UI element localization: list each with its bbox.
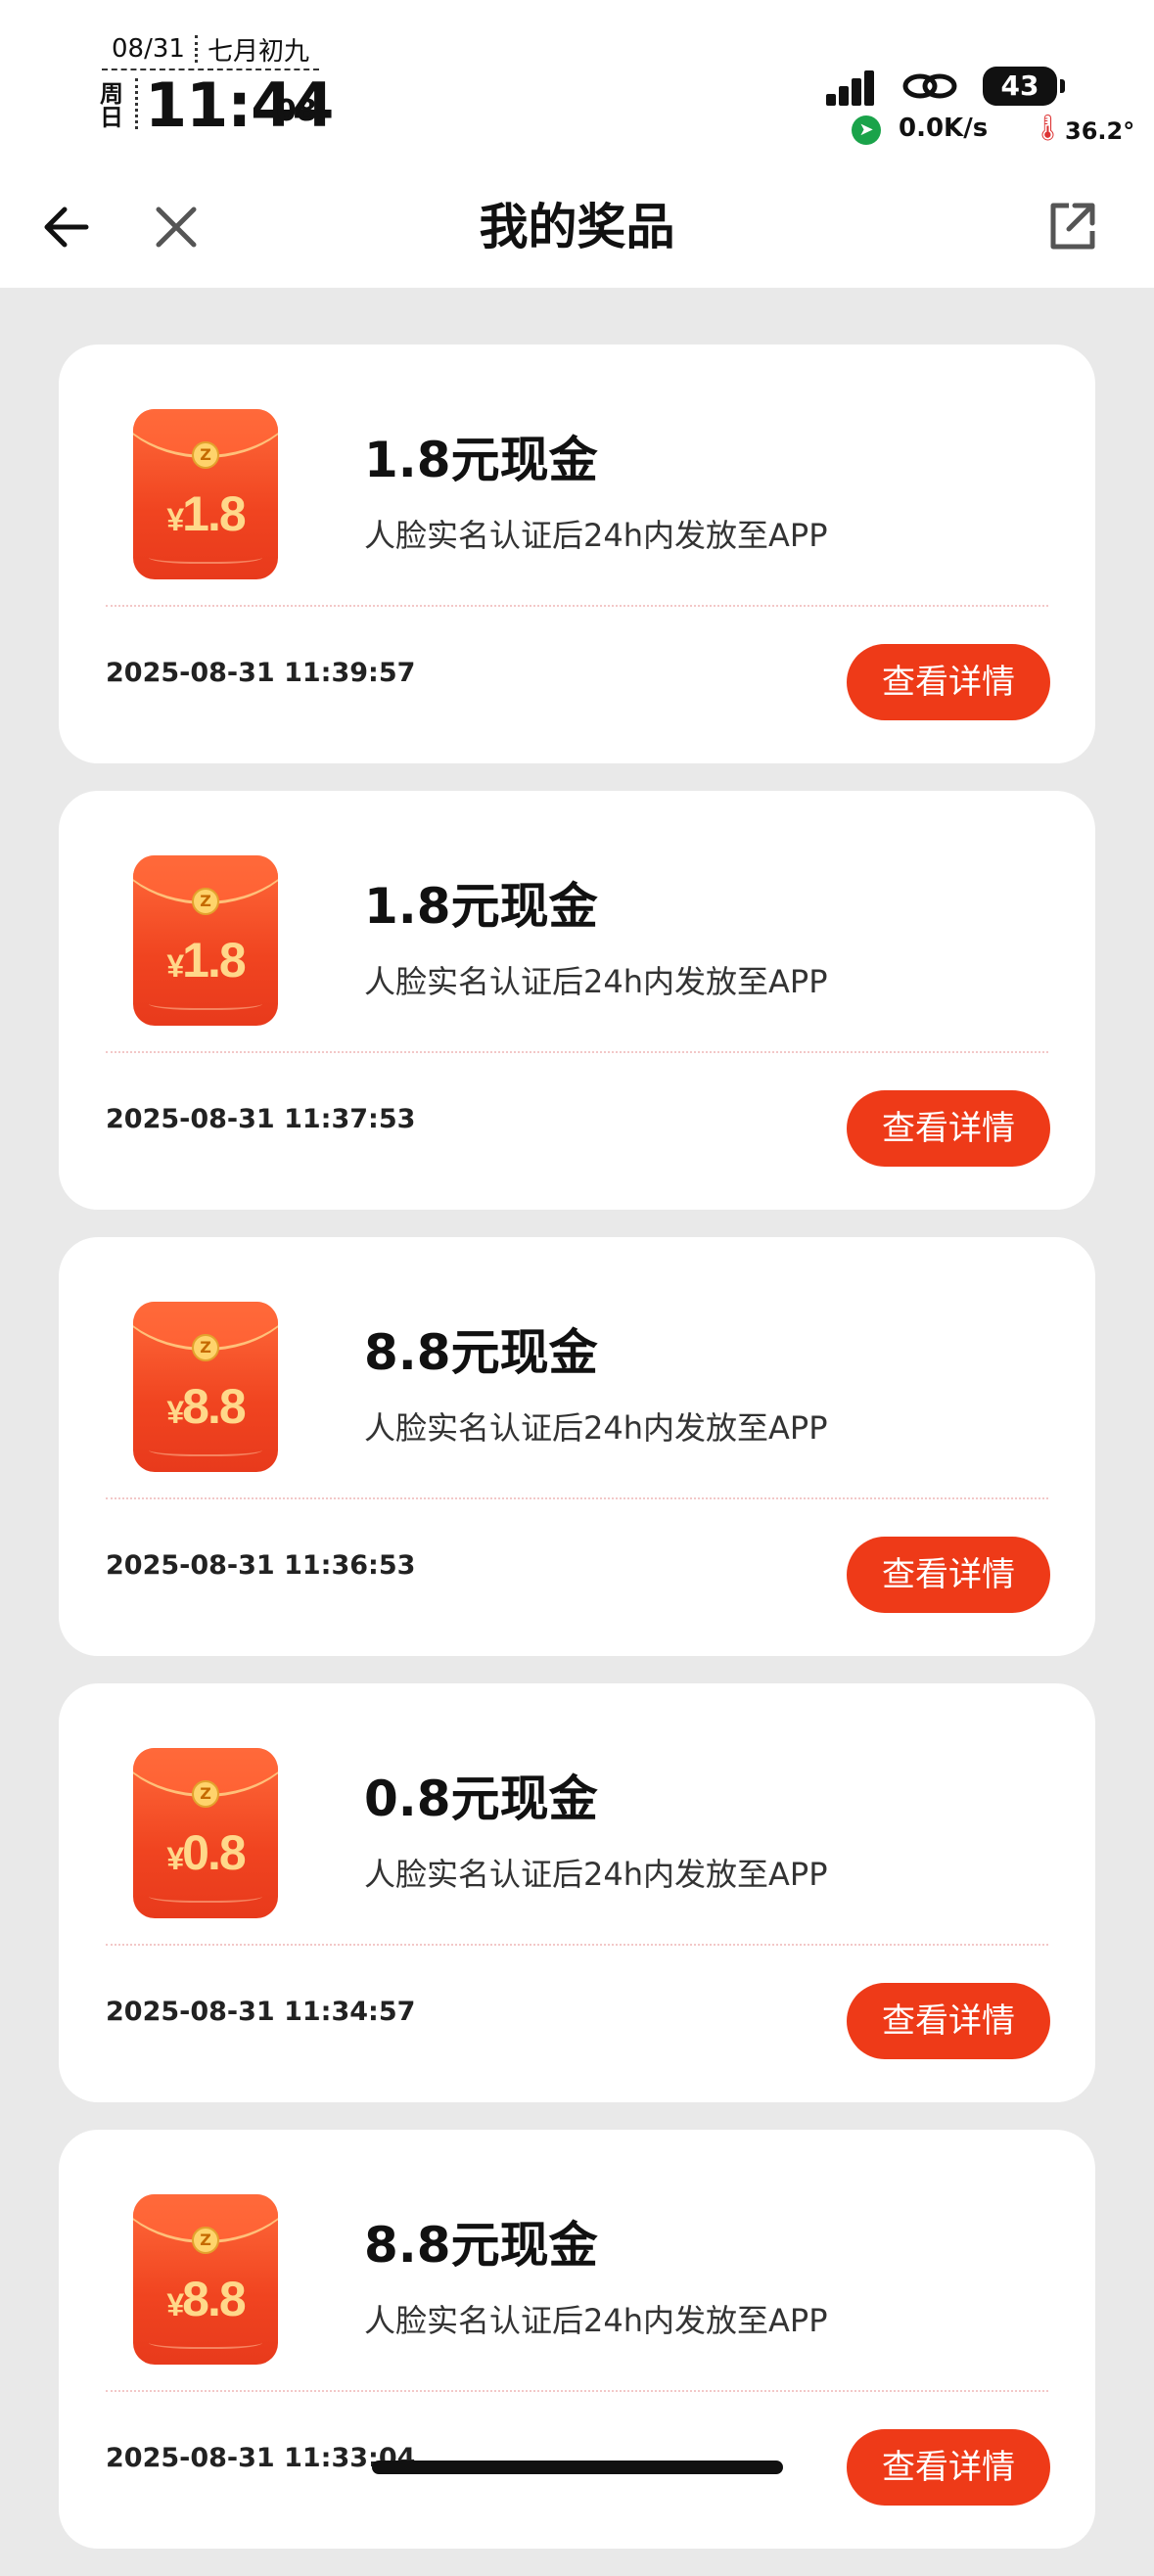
prize-timestamp: 2025-08-31 11:39:57 bbox=[106, 658, 416, 688]
envelope-amount: ¥8.8 bbox=[166, 2272, 246, 2326]
link-icon bbox=[902, 73, 957, 99]
signal-icon bbox=[826, 70, 875, 106]
card-divider bbox=[106, 2390, 1048, 2392]
battery-icon: 43 bbox=[983, 67, 1065, 106]
home-indicator[interactable] bbox=[372, 2461, 783, 2474]
red-envelope-icon: Z ¥0.8 bbox=[133, 1748, 278, 1918]
envelope-amount: ¥1.8 bbox=[166, 486, 246, 541]
status-date-separator bbox=[194, 35, 198, 63]
red-envelope-icon: Z ¥1.8 bbox=[133, 409, 278, 579]
prize-timestamp: 2025-08-31 11:36:53 bbox=[106, 1550, 416, 1581]
back-arrow-icon bbox=[44, 207, 89, 248]
prize-card: Z ¥8.8 8.8元现金 人脸实名认证后24h内发放至APP 2025-08-… bbox=[59, 1237, 1095, 1656]
prize-description: 人脸实名认证后24h内发放至APP bbox=[364, 517, 828, 554]
envelope-amount: ¥0.8 bbox=[166, 1825, 246, 1880]
prize-timestamp: 2025-08-31 11:34:57 bbox=[106, 1997, 416, 2027]
network-speed: 0.0K/s bbox=[899, 114, 989, 143]
card-divider bbox=[106, 605, 1048, 607]
prize-timestamp: 2025-08-31 11:37:53 bbox=[106, 1104, 416, 1134]
status-date-row: 08/31 七月初九 bbox=[102, 29, 319, 70]
prize-description: 人脸实名认证后24h内发放至APP bbox=[364, 963, 828, 1000]
prize-card: Z ¥1.8 1.8元现金 人脸实名认证后24h内发放至APP 2025-08-… bbox=[59, 345, 1095, 763]
prize-description: 人脸实名认证后24h内发放至APP bbox=[364, 1409, 828, 1447]
device-temperature: 36.2° bbox=[1065, 117, 1135, 145]
prize-card: Z ¥1.8 1.8元现金 人脸实名认证后24h内发放至APP 2025-08-… bbox=[59, 791, 1095, 1210]
red-envelope-icon: Z ¥8.8 bbox=[133, 1302, 278, 1472]
envelope-amount: ¥1.8 bbox=[166, 933, 246, 988]
prize-title: 0.8元现金 bbox=[364, 1771, 598, 1827]
red-envelope-icon: Z ¥8.8 bbox=[133, 2194, 278, 2365]
card-divider bbox=[106, 1051, 1048, 1053]
coin-icon: Z bbox=[192, 888, 219, 915]
prize-description: 人脸实名认证后24h内发放至APP bbox=[364, 1856, 828, 1893]
prize-timestamp: 2025-08-31 11:33:04 bbox=[106, 2443, 416, 2473]
nav-bar: 我的奖品 bbox=[0, 166, 1154, 288]
prize-title: 8.8元现金 bbox=[364, 1324, 598, 1381]
status-seconds: 08 bbox=[276, 94, 317, 128]
coin-icon: Z bbox=[192, 1780, 219, 1808]
prize-card: Z ¥8.8 8.8元现金 人脸实名认证后24h内发放至APP 2025-08-… bbox=[59, 2130, 1095, 2549]
coin-icon: Z bbox=[192, 441, 219, 469]
prize-title: 8.8元现金 bbox=[364, 2217, 598, 2274]
thermometer-icon: 🌡 bbox=[1032, 114, 1065, 143]
coin-icon: Z bbox=[192, 2227, 219, 2254]
coin-icon: Z bbox=[192, 1334, 219, 1361]
view-details-button[interactable]: 查看详情 bbox=[847, 1537, 1050, 1613]
share-button[interactable] bbox=[1039, 194, 1106, 260]
prize-card: Z ¥0.8 0.8元现金 人脸实名认证后24h内发放至APP 2025-08-… bbox=[59, 1683, 1095, 2102]
status-bar: 08/31 七月初九 周日 11:44 08 43 ➤ 0.0K/s 🌡 36.… bbox=[0, 0, 1154, 166]
status-weekday: 周日 bbox=[100, 80, 123, 131]
status-lunar-date: 七月初九 bbox=[207, 36, 309, 67]
status-weekday-divider bbox=[135, 78, 138, 129]
prize-description: 人脸实名认证后24h内发放至APP bbox=[364, 2302, 828, 2339]
view-details-button[interactable]: 查看详情 bbox=[847, 1090, 1050, 1167]
view-details-button[interactable]: 查看详情 bbox=[847, 644, 1050, 720]
back-button[interactable] bbox=[33, 194, 100, 260]
external-link-icon bbox=[1050, 203, 1095, 250]
envelope-amount: ¥8.8 bbox=[166, 1379, 246, 1434]
view-details-button[interactable]: 查看详情 bbox=[847, 1983, 1050, 2059]
card-divider bbox=[106, 1497, 1048, 1499]
red-envelope-icon: Z ¥1.8 bbox=[133, 855, 278, 1026]
close-button[interactable] bbox=[143, 194, 209, 260]
status-date: 08/31 bbox=[112, 34, 185, 64]
view-details-button[interactable]: 查看详情 bbox=[847, 2429, 1050, 2506]
prize-title: 1.8元现金 bbox=[364, 432, 598, 488]
prize-title: 1.8元现金 bbox=[364, 878, 598, 935]
card-divider bbox=[106, 1944, 1048, 1946]
prize-list: Z ¥1.8 1.8元现金 人脸实名认证后24h内发放至APP 2025-08-… bbox=[59, 345, 1095, 2576]
close-icon bbox=[156, 207, 197, 248]
location-arrow-icon: ➤ bbox=[852, 115, 881, 145]
